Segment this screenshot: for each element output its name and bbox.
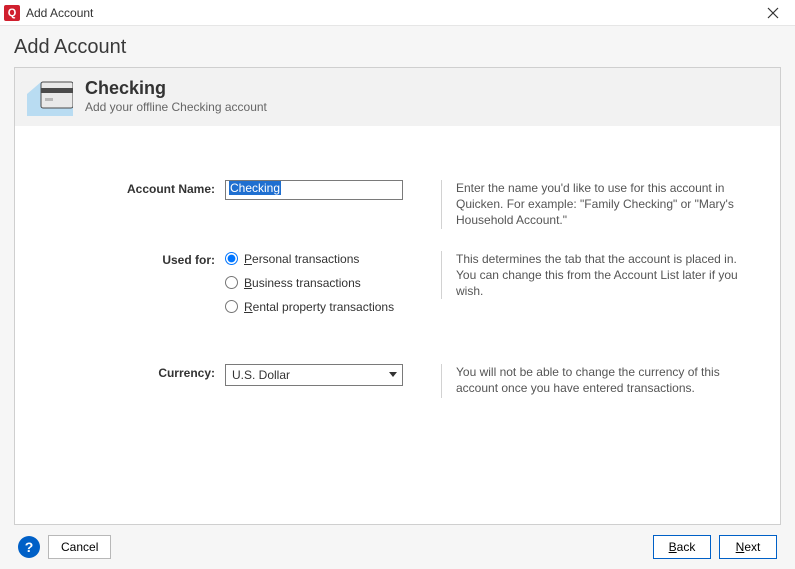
radio-business-label: Business transactions <box>244 276 361 290</box>
account-type-title: Checking <box>85 78 267 99</box>
account-name-cell: Checking <box>225 180 425 200</box>
used-for-label: Used for: <box>35 251 225 267</box>
currency-helper: You will not be able to change the curre… <box>441 364 760 398</box>
page-title: Add Account <box>14 36 781 59</box>
account-name-helper: Enter the name you'd like to use for thi… <box>441 180 760 229</box>
help-button[interactable]: ? <box>18 536 40 558</box>
main-panel: Checking Add your offline Checking accou… <box>14 67 781 525</box>
radio-personal-input[interactable] <box>225 252 238 265</box>
chevron-down-icon <box>384 365 402 385</box>
radio-business-input[interactable] <box>225 276 238 289</box>
window-titlebar: Q Add Account <box>0 0 795 26</box>
checking-card-icon <box>27 76 73 116</box>
help-icon-symbol: ? <box>25 539 34 555</box>
footer-bar: ? Cancel Back Next <box>14 525 781 563</box>
app-icon-letter: Q <box>8 7 17 19</box>
app-icon: Q <box>4 5 20 21</box>
window-title: Add Account <box>26 6 757 20</box>
currency-value: U.S. Dollar <box>226 368 384 382</box>
account-type-header: Checking Add your offline Checking accou… <box>15 68 780 126</box>
next-button[interactable]: Next <box>719 535 777 559</box>
dialog-body: Add Account Checking Add your offline Ch… <box>0 26 795 569</box>
account-name-label: Account Name: <box>35 180 225 196</box>
close-icon <box>767 7 779 19</box>
used-for-helper: This determines the tab that the account… <box>441 251 760 300</box>
form-grid: Account Name: Checking Enter the name yo… <box>15 126 780 398</box>
account-name-value: Checking <box>229 181 281 195</box>
radio-rental[interactable]: Rental property transactions <box>225 300 425 314</box>
back-button[interactable]: Back <box>653 535 711 559</box>
used-for-radiogroup: Personal transactions Business transacti… <box>225 251 425 314</box>
radio-rental-label: Rental property transactions <box>244 300 394 314</box>
account-type-subtitle: Add your offline Checking account <box>85 100 267 114</box>
cancel-button[interactable]: Cancel <box>48 535 111 559</box>
currency-cell: U.S. Dollar <box>225 364 425 386</box>
currency-dropdown[interactable]: U.S. Dollar <box>225 364 403 386</box>
radio-personal-label: Personal transactions <box>244 252 359 266</box>
radio-business[interactable]: Business transactions <box>225 276 425 290</box>
close-button[interactable] <box>757 1 789 25</box>
radio-personal[interactable]: Personal transactions <box>225 252 425 266</box>
radio-rental-input[interactable] <box>225 300 238 313</box>
currency-label: Currency: <box>35 364 225 380</box>
account-name-input[interactable]: Checking <box>225 180 403 200</box>
